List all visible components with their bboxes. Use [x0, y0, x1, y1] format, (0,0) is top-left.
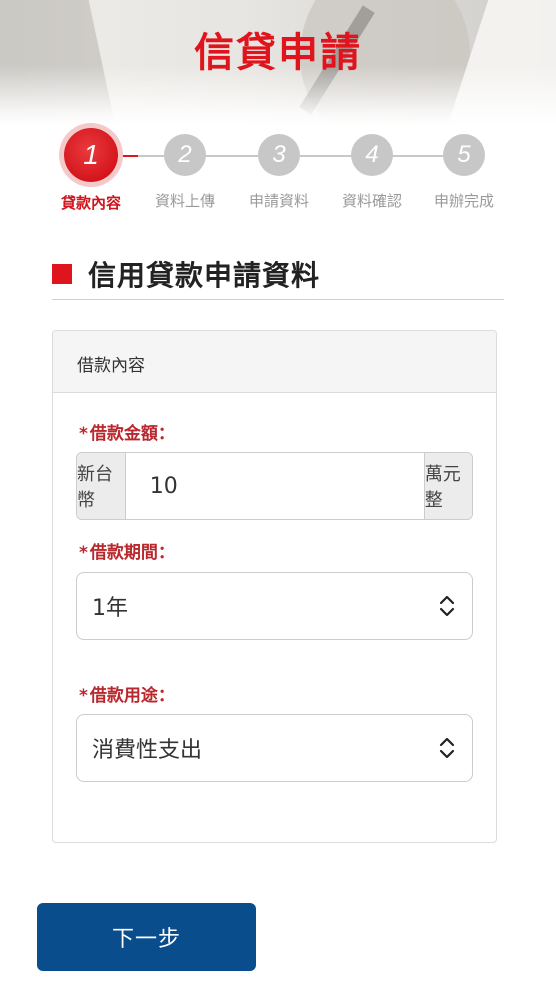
section-title: 信用貸款申請資料 [88, 259, 321, 292]
required-mark: * [79, 424, 88, 444]
step-number: 5 [443, 134, 485, 176]
step-number: 3 [258, 134, 300, 176]
period-select[interactable]: 1年 [76, 572, 473, 640]
page-title: 信貸申請 [194, 30, 362, 76]
amount-label: * 借款金額： [79, 419, 175, 444]
step-2: 2 資料上傳 [139, 128, 231, 211]
required-mark: * [79, 543, 88, 563]
step-4: 4 資料確認 [326, 128, 418, 211]
card-header: 借款內容 [53, 331, 496, 393]
unit-suffix: 萬元整 [423, 453, 472, 519]
purpose-label: * 借款用途： [79, 681, 175, 706]
step-label: 資料確認 [341, 192, 402, 210]
section-marker-icon [52, 264, 72, 284]
step-3: 3 申請資料 [233, 128, 325, 211]
amount-input-group: 新台幣 萬元整 [76, 452, 473, 520]
step-number: 4 [351, 134, 393, 176]
currency-prefix: 新台幣 [77, 453, 126, 519]
step-label: 資料上傳 [154, 192, 215, 210]
step-number: 1 [64, 128, 118, 182]
required-mark: * [79, 686, 88, 706]
select-updown-icon [439, 595, 455, 617]
select-updown-icon [439, 737, 455, 759]
period-select-value: 1年 [92, 596, 128, 621]
section-heading: 信用貸款申請資料 [52, 254, 504, 300]
period-label: * 借款期間： [79, 538, 175, 563]
period-label-text: 借款期間： [89, 543, 175, 563]
step-label: 貸款內容 [60, 194, 121, 212]
amount-label-text: 借款金額： [89, 424, 175, 444]
step-number: 2 [164, 134, 206, 176]
step-label: 申辦完成 [433, 192, 494, 210]
purpose-label-text: 借款用途： [89, 686, 175, 706]
step-1: 1 貸款內容 [45, 128, 137, 213]
purpose-select-value: 消費性支出 [92, 738, 203, 763]
purpose-select[interactable]: 消費性支出 [76, 714, 473, 782]
step-label: 申請資料 [248, 192, 309, 210]
hero-banner: 信貸申請 [0, 0, 556, 125]
amount-input[interactable] [125, 453, 424, 519]
loan-content-card: 借款內容 *借款金額： 新台幣 萬元整 *借款期間： 1年 *借款用途： 消費性… [52, 330, 497, 843]
next-step-button[interactable]: 下一步 [37, 903, 256, 971]
step-5: 5 申辦完成 [418, 128, 510, 211]
progress-steps: 1 貸款內容 2 資料上傳 3 申請資料 4 資料確認 5 申辦完成 [0, 128, 556, 228]
